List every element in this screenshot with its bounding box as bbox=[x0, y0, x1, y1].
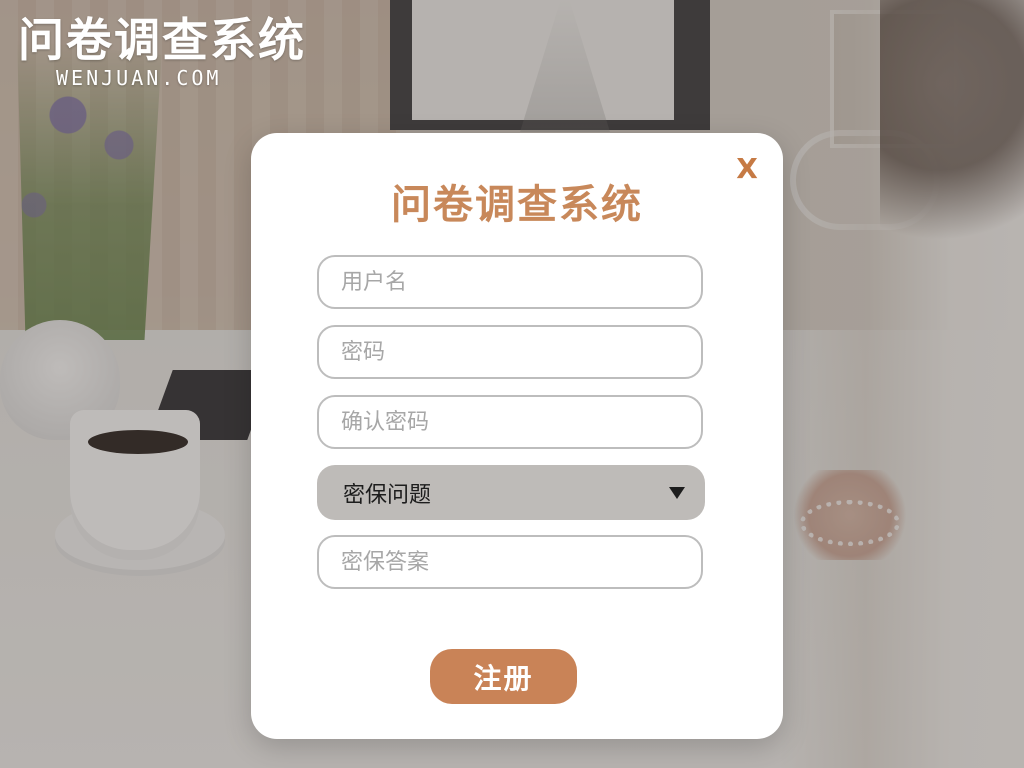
security-answer-input[interactable] bbox=[317, 535, 703, 589]
register-button[interactable]: 注册 bbox=[430, 649, 577, 704]
password-input[interactable] bbox=[317, 325, 703, 379]
confirm-password-input[interactable] bbox=[317, 395, 703, 449]
security-question-selected-value: 密保问题 bbox=[343, 482, 432, 508]
security-question-field-wrapper: 密保问题 bbox=[317, 465, 706, 521]
password-field-wrapper bbox=[317, 325, 706, 381]
register-form: 密保问题 bbox=[317, 255, 706, 605]
security-answer-field-wrapper bbox=[317, 535, 706, 591]
page: 问卷调查系统 WENJUAN.COM X 问卷调查系统 密保问题 bbox=[0, 0, 1024, 768]
brand-logo: 问卷调查系统 WENJUAN.COM bbox=[18, 10, 318, 90]
register-modal: X 问卷调查系统 密保问题 注册 bbox=[251, 133, 783, 739]
brand-title: 问卷调查系统 bbox=[18, 13, 306, 67]
username-input[interactable] bbox=[317, 255, 703, 309]
username-field-wrapper bbox=[317, 255, 706, 311]
chevron-down-icon bbox=[669, 486, 685, 499]
modal-title: 问卷调查系统 bbox=[391, 182, 643, 228]
confirm-password-field-wrapper bbox=[317, 395, 706, 451]
security-question-select[interactable]: 密保问题 bbox=[317, 465, 705, 520]
